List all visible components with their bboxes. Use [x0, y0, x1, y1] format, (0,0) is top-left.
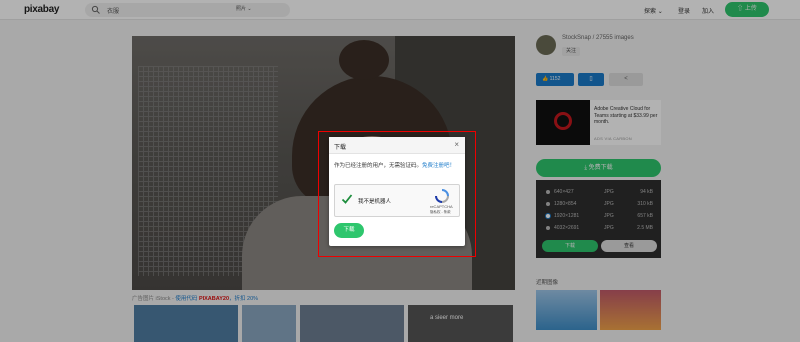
- dialog-message-text: 作为已经注册的用户，无需验证码。: [334, 163, 423, 169]
- recaptcha-widget: 我不是机器人 reCAPTCHA 隐私权 - 条款: [334, 184, 460, 217]
- dialog-title: 下载: [334, 145, 347, 151]
- captcha-label[interactable]: 我不是机器人: [358, 197, 391, 205]
- dialog-message: 作为已经注册的用户，无需验证码。免费注册吧！: [334, 162, 460, 170]
- recaptcha-logo-icon: [435, 189, 449, 203]
- download-dialog: 下载 × 作为已经注册的用户，无需验证码。免费注册吧！ 我不是机器人 reCAP…: [329, 137, 465, 246]
- captcha-brand: reCAPTCHA: [430, 204, 453, 209]
- close-icon[interactable]: ×: [454, 140, 459, 149]
- checkmark-icon[interactable]: [341, 193, 353, 205]
- captcha-terms[interactable]: 隐私权 - 条款: [430, 210, 451, 215]
- dialog-download-button[interactable]: 下载: [334, 223, 364, 238]
- register-link[interactable]: 免费注册吧！: [422, 163, 455, 169]
- dialog-header: 下载 ×: [329, 137, 465, 154]
